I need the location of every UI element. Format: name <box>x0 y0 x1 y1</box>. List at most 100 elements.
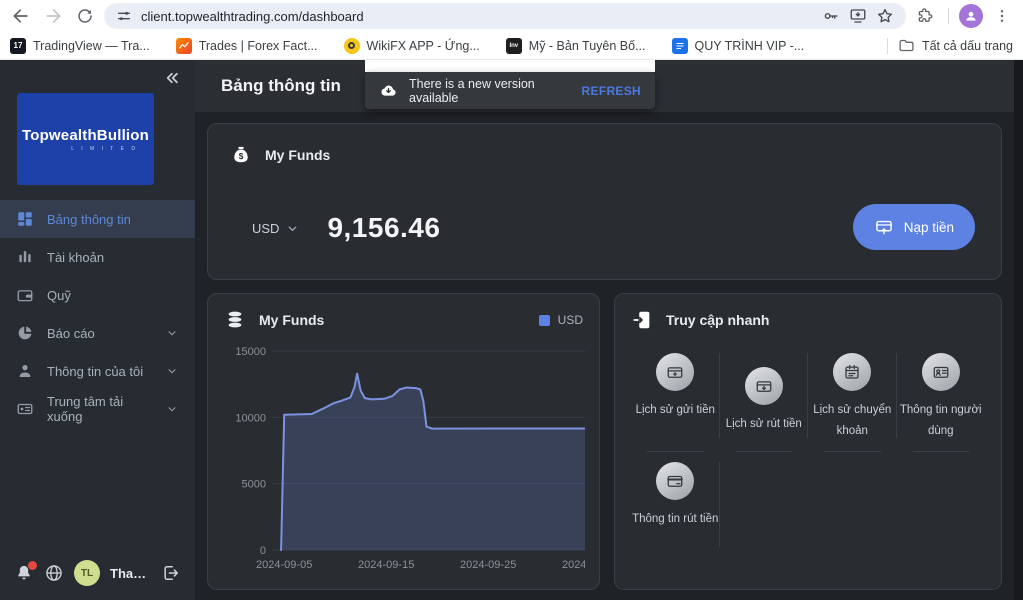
all-bookmarks-label: Tất cả dấu trang <box>922 39 1013 53</box>
extensions-icon[interactable] <box>912 3 938 29</box>
logout-icon[interactable] <box>161 563 181 583</box>
svg-text:2024-10-05: 2024-10-05 <box>562 559 585 571</box>
install-icon[interactable] <box>849 7 867 25</box>
page-title: Bảng thông tin <box>221 76 341 96</box>
deposit-button[interactable]: Nạp tiền <box>853 204 975 250</box>
legend-label: USD <box>558 313 583 327</box>
notifications-bell-icon[interactable] <box>14 563 34 583</box>
bookmark-label: QUY TRÌNH VIP -... <box>695 39 805 53</box>
site-settings-icon[interactable] <box>116 8 132 24</box>
user-icon <box>16 362 34 380</box>
main-area: Bảng thông tin There is a new version av… <box>195 60 1014 600</box>
svg-text:10000: 10000 <box>235 412 266 424</box>
brand-logo: TopwealthBullion L I M I T E D <box>17 93 154 185</box>
sidebar-item-accounts[interactable]: Tài khoản <box>0 238 195 276</box>
sidebar: TopwealthBullion L I M I T E D Bảng thôn… <box>0 60 195 600</box>
reload-icon[interactable] <box>72 3 98 29</box>
toast-message: There is a new version available <box>409 77 557 105</box>
bookmark-item[interactable]: 17 TradingView — Tra... <box>10 38 150 54</box>
quick-access-empty-cell <box>897 452 986 561</box>
all-bookmarks-button[interactable]: Tất cả dấu trang <box>898 37 1013 54</box>
dashboard-icon <box>16 210 34 228</box>
back-icon[interactable] <box>8 3 34 29</box>
forward-icon[interactable] <box>40 3 66 29</box>
browser-toolbar: client.topwealthtrading.com/dashboard <box>0 0 1023 32</box>
deposit-card-icon <box>874 217 894 237</box>
address-bar[interactable]: client.topwealthtrading.com/dashboard <box>104 3 906 29</box>
scrollbar[interactable] <box>1014 60 1023 600</box>
withdraw-info-icon <box>656 462 694 500</box>
svg-text:5000: 5000 <box>242 479 266 491</box>
user-avatar[interactable]: TL <box>74 560 100 586</box>
bookmarks-divider <box>887 38 888 54</box>
transfer-history-icon <box>833 353 871 391</box>
bookmark-item[interactable]: WikiFX APP - Ứng... <box>344 38 480 54</box>
sidebar-item-reports[interactable]: Báo cáo <box>0 314 195 352</box>
bookmark-item[interactable]: Inv Mỹ - Bản Tuyên Bố... <box>506 38 646 54</box>
quick-link-deposit-history[interactable]: Lịch sử gửi tiền <box>631 343 720 452</box>
download-center-icon <box>16 400 34 418</box>
sidebar-item-my-info[interactable]: Thông tin của tôi <box>0 352 195 390</box>
chevron-down-icon <box>165 326 179 340</box>
bookmark-item[interactable]: QUY TRÌNH VIP -... <box>672 38 805 54</box>
bookmark-label: TradingView — Tra... <box>33 39 150 53</box>
toast-backdrop <box>365 60 655 72</box>
quick-link-label: Lịch sử chuyển khoản <box>808 400 897 443</box>
browser-menu-icon[interactable] <box>989 3 1015 29</box>
dashboard-content: $ My Funds USD 9,156.46 <box>195 112 1014 600</box>
quick-link-withdraw-history[interactable]: Lịch sử rút tiền <box>720 343 809 452</box>
sidebar-item-label: Quỹ <box>47 288 71 303</box>
quick-link-label: Lịch sử rút tiền <box>726 414 802 435</box>
investing-favicon: Inv <box>506 38 522 54</box>
quick-access-grid: Lịch sử gửi tiền Lịch sử rút tiền <box>631 343 985 561</box>
quick-access-empty-cell <box>808 452 897 561</box>
tradingview-favicon: 17 <box>10 38 26 54</box>
quick-link-label: Lịch sử gửi tiền <box>636 400 715 421</box>
brand-logo-subtitle: L I M I T E D <box>71 146 138 152</box>
page-header: Bảng thông tin There is a new version av… <box>195 60 1014 112</box>
funds-chart-card: My Funds USD 0500010000150002024-09-0520… <box>207 293 600 590</box>
chevron-down-icon <box>286 222 299 235</box>
sidebar-footer: TL Thanh ... <box>0 560 195 600</box>
balance-value: 9,156.46 <box>327 212 440 244</box>
sidebar-item-label: Trung tâm tải xuống <box>47 394 152 424</box>
svg-text:2024-09-25: 2024-09-25 <box>460 559 516 571</box>
deposit-history-icon <box>656 353 694 391</box>
sidebar-item-label: Thông tin của tôi <box>47 364 143 379</box>
sidebar-item-funds[interactable]: Quỹ <box>0 276 195 314</box>
quick-link-transfer-history[interactable]: Lịch sử chuyển khoản <box>808 343 897 452</box>
quick-link-user-info[interactable]: Thông tin người dùng <box>897 343 986 452</box>
dashboard-app: TopwealthBullion L I M I T E D Bảng thôn… <box>0 60 1023 600</box>
coins-stack-icon <box>224 309 246 331</box>
bookmark-label: Mỹ - Bản Tuyên Bố... <box>529 39 646 53</box>
folder-icon <box>898 37 915 54</box>
funds-chart: 0500010000150002024-09-052024-09-152024-… <box>224 339 585 574</box>
sidebar-item-download-center[interactable]: Trung tâm tải xuống <box>0 390 195 428</box>
card-title: Truy cập nhanh <box>666 312 769 328</box>
accounts-icon <box>16 248 34 266</box>
bookmark-label: Trades | Forex Fact... <box>199 39 318 53</box>
bookmark-star-icon[interactable] <box>876 7 894 25</box>
quick-link-label: Thông tin rút tiền <box>632 509 718 530</box>
svg-text:0: 0 <box>260 545 266 557</box>
refresh-button[interactable]: REFRESH <box>582 84 641 98</box>
quick-link-withdraw-info[interactable]: Thông tin rút tiền <box>631 452 720 561</box>
sidebar-item-dashboard[interactable]: Bảng thông tin <box>0 200 195 238</box>
money-bag-icon: $ <box>230 144 252 166</box>
pie-chart-icon <box>16 324 34 342</box>
update-toast: There is a new version available REFRESH <box>365 60 655 109</box>
sidebar-item-label: Báo cáo <box>47 326 95 341</box>
card-title: My Funds <box>259 312 324 328</box>
quick-access-card: Truy cập nhanh Lịch sử gửi tiền <box>614 293 1002 590</box>
password-key-icon[interactable] <box>822 7 840 25</box>
toolbar-divider <box>948 8 949 24</box>
bookmark-item[interactable]: Trades | Forex Fact... <box>176 38 318 54</box>
wallet-icon <box>16 286 34 304</box>
user-name[interactable]: Thanh ... <box>110 566 151 581</box>
profile-avatar[interactable] <box>959 4 983 28</box>
funds-balance-card: $ My Funds USD 9,156.46 <box>207 123 1002 280</box>
vip-favicon <box>672 38 688 54</box>
currency-select[interactable]: USD <box>252 221 299 236</box>
sidebar-collapse-icon[interactable] <box>161 68 181 93</box>
language-globe-icon[interactable] <box>44 563 64 583</box>
